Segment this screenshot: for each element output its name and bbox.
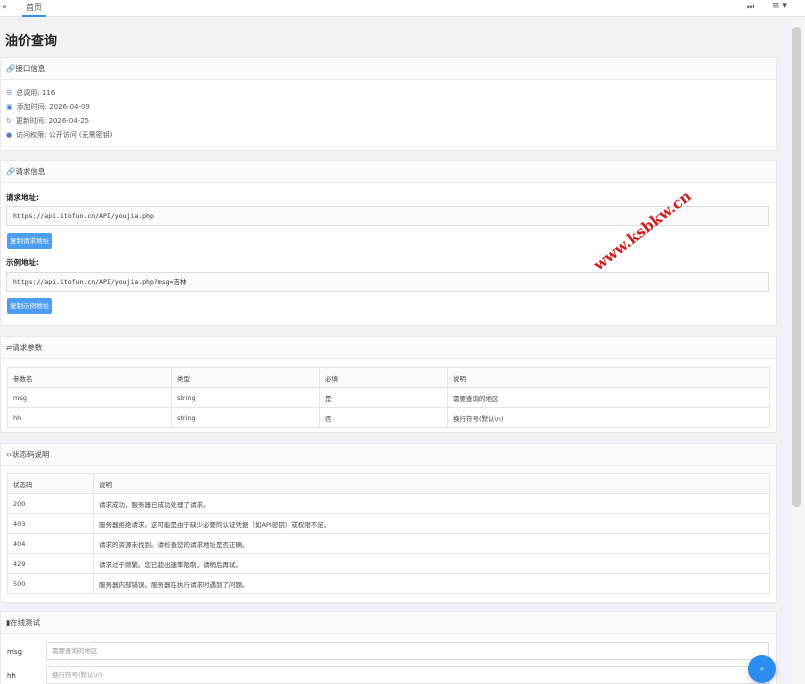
col-required: 必填 — [319, 367, 448, 388]
table-row: msg string 是需要查询的地区 — [7, 387, 770, 408]
hh-field-label: hh — [7, 672, 16, 680]
scroll-right-icon[interactable]: ⏭ — [747, 2, 754, 12]
floating-action-button[interactable]: « — [748, 655, 776, 683]
scroll-left-icon[interactable]: « — [2, 2, 7, 11]
top-bar: « 首页 ⏭ ≡ ▾ — [0, 0, 805, 17]
scrollbar-thumb[interactable] — [792, 27, 801, 507]
info-access: ● 访问权限: 公开访问 (无需密钥) — [6, 131, 113, 139]
example-url-field[interactable]: https://api.itofun.cn/API/youjia.php?msg… — [6, 272, 769, 292]
status-codes-heading: ‹›状态码说明 — [1, 444, 776, 466]
table-header-row: 参数名 类型 必填 说明 — [7, 367, 770, 388]
table-row: 404 请求的资源未找到。请检查您的请求地址是否正确。 — [7, 533, 770, 554]
tab-home[interactable]: 首页 — [22, 0, 46, 17]
refresh-icon: ↻ — [6, 117, 12, 125]
scrollbar[interactable] — [789, 17, 805, 684]
msg-field-label: msg — [7, 648, 22, 656]
table-row: hh string 否换行符号(默认\n) — [7, 407, 770, 428]
request-url-label: 请求地址: — [6, 193, 39, 202]
request-info-heading: 🔗请求信息 — [1, 161, 776, 183]
online-test-card: ▮在线测试 msg 需要查询的地区 hh 换行符号(默认\n) — [0, 611, 777, 684]
col-param-name: 参数名 — [7, 367, 172, 388]
api-info-heading: 🔗接口信息 — [1, 58, 776, 80]
params-heading: ⇌请求参数 — [1, 337, 776, 359]
col-type: 类型 — [171, 367, 320, 388]
info-updated-time: ↻ 更新时间: 2026-04-25 — [6, 117, 90, 125]
info-added-time: ▣ 添加时间: 2026-04-09 — [6, 103, 90, 111]
status-codes-table: 状态码 说明 200 请求成功，服务器已成功处理了请求。 403 服务器拒绝请求。这… — [7, 473, 770, 594]
col-status-description: 说明 — [93, 473, 770, 494]
col-status-code: 状态码 — [7, 473, 94, 494]
info-total-calls: ☰ 总调用: 116 — [6, 89, 56, 97]
online-test-heading: ▮在线测试 — [1, 612, 776, 634]
hh-input[interactable]: 换行符号(默认\n) — [46, 666, 769, 684]
table-row: 500 服务器内部错误。服务器在执行请求时遇到了问题。 — [7, 573, 770, 594]
request-info-card: 🔗请求信息 请求地址: https://api.itofun.cn/API/yo… — [0, 160, 777, 326]
table-row: 429 请求过于频繁。您已超出速率限制，请稍后再试。 — [7, 553, 770, 574]
user-icon: ● — [6, 131, 13, 139]
calendar-icon: ▣ — [6, 103, 13, 111]
params-card: ⇌请求参数 参数名 类型 必填 说明 msg string 是需要查询的地区 hh s… — [0, 336, 777, 433]
params-table: 参数名 类型 必填 说明 msg string 是需要查询的地区 hh string 否… — [7, 367, 770, 428]
copy-example-url-button[interactable]: 复制示例地址 — [7, 298, 52, 314]
msg-input[interactable]: 需要查询的地区 — [46, 642, 769, 660]
status-codes-card: ‹›状态码说明 状态码 说明 200 请求成功，服务器已成功处理了请求。 403 服… — [0, 443, 777, 603]
api-info-card: 🔗接口信息 ☰ 总调用: 116 ▣ 添加时间: 2026-04-09 ↻ 更新时间:… — [0, 57, 777, 151]
example-url-label: 示例地址: — [6, 258, 39, 267]
list-icon: ☰ — [6, 89, 13, 97]
copy-request-url-button[interactable]: 复制请求地址 — [7, 233, 52, 249]
tab-menu-icon[interactable]: ≡ ▾ — [772, 1, 787, 11]
page-title: 油价查询 — [5, 34, 58, 49]
table-header-row: 状态码 说明 — [7, 473, 770, 494]
col-description: 说明 — [447, 367, 770, 388]
table-row: 200 请求成功，服务器已成功处理了请求。 — [7, 493, 770, 514]
table-row: 403 服务器拒绝请求。这可能是由于缺少必要的认证凭据（如API密钥）或权限不足。 — [7, 513, 770, 534]
